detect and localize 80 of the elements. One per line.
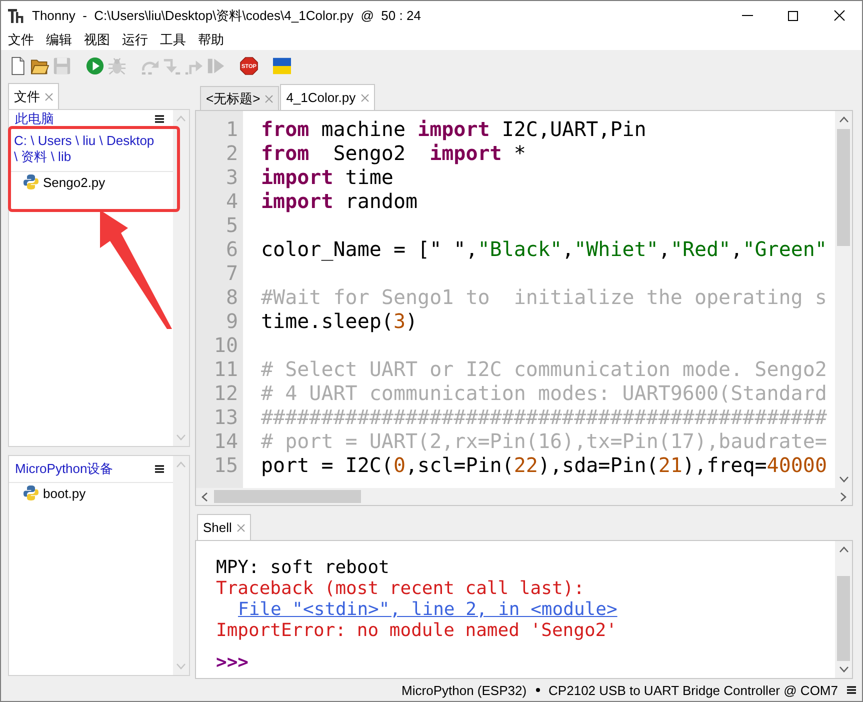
separator-dot-icon — [536, 688, 540, 692]
vertical-scrollbar[interactable] — [835, 111, 852, 488]
close-icon — [834, 10, 844, 21]
line-number: 3 — [224, 165, 239, 189]
line-number: 11 — [212, 357, 239, 381]
maximize-icon — [788, 10, 798, 20]
line-number: 5 — [224, 213, 239, 237]
line-number: 12 — [212, 381, 239, 405]
line-number: 14 — [212, 429, 239, 453]
line-number: 1 — [224, 117, 239, 141]
code-line: import random — [261, 189, 418, 213]
code-line: port = I2C(0,scl=Pin(22),sda=Pin(21),freq=40000 — [261, 453, 827, 477]
code-line: color_Name = [" ","Black","Whiet","Red","Green" — [261, 237, 827, 261]
scrollbar-thumb[interactable] — [837, 576, 850, 661]
app-logo-icon — [8, 8, 24, 24]
menu-item[interactable]: 帮助 — [192, 30, 230, 50]
horizontal-scrollbar[interactable] — [196, 488, 852, 505]
scrollbar-thumb[interactable] — [837, 129, 850, 246]
flag-icon[interactable] — [273, 57, 291, 75]
chevron-down-icon[interactable] — [838, 666, 848, 673]
file-item[interactable]: Sengo2.py — [9, 172, 173, 192]
line-number: 8 — [224, 285, 239, 309]
line-number: 2 — [224, 141, 239, 165]
window-title: Thonny - C:\Users\liu\Desktop\资料\codes\4_1Color.py @ 50 : 24 — [32, 6, 422, 24]
pane-title: MicroPython设备 — [15, 460, 114, 478]
chevron-up-icon[interactable] — [838, 546, 848, 553]
menu-item[interactable]: 文件 — [2, 30, 40, 50]
code-line: time.sleep(3) — [261, 309, 418, 333]
close-icon[interactable] — [45, 92, 53, 100]
menu-icon[interactable] — [155, 465, 164, 473]
menu-item[interactable]: 运行 — [116, 30, 154, 50]
line-number: 10 — [212, 333, 239, 357]
code-line: # port = UART(2,rx=Pin(16),tx=Pin(17),baudrate= — [261, 429, 827, 453]
code-line: # Select UART or I2C communication mode. Sengo2 — [261, 357, 827, 381]
chevron-left-icon[interactable] — [201, 492, 208, 502]
folder-path[interactable]: C: \ Users \ liu \ Desktop \ 资料 \ lib — [9, 127, 173, 171]
close-icon[interactable] — [265, 94, 274, 102]
error-message: ImportError: no module named 'Sengo2' — [216, 620, 617, 641]
chevron-down-icon[interactable] — [838, 476, 848, 483]
menu-item[interactable]: 工具 — [154, 30, 192, 50]
line-number: 9 — [224, 309, 239, 333]
line-number: 4 — [224, 189, 239, 213]
traceback-link[interactable]: File "<stdin>", line 2, in <module> — [238, 599, 618, 620]
menu-icon[interactable] — [155, 115, 164, 123]
line-number: 6 — [224, 237, 239, 261]
editor-tab[interactable]: 4_1Color.py — [280, 84, 375, 110]
editor-tab[interactable]: <无标题> — [200, 86, 280, 110]
chevron-up-icon[interactable] — [838, 116, 848, 123]
code-line: import time — [261, 165, 394, 189]
code-line: from Sengo2 import * — [261, 141, 526, 165]
python-file-icon — [23, 485, 39, 501]
menu-item[interactable]: 编辑 — [40, 30, 78, 50]
sidebar-tab[interactable]: 文件 — [8, 83, 59, 109]
code-line: # 4 UART communication modes: UART9600(Standard — [261, 381, 827, 405]
shell-tab[interactable]: Shell — [197, 514, 251, 540]
line-number: 13 — [212, 405, 239, 429]
python-file-icon — [23, 174, 39, 190]
file-item[interactable]: boot.py — [9, 483, 173, 503]
menu-item[interactable]: 视图 — [78, 30, 116, 50]
code-line: #Wait for Sengo1 to initialize the operating s — [261, 285, 827, 309]
close-icon[interactable] — [236, 524, 245, 532]
shell-prompt: >>> — [216, 652, 249, 673]
error-message: Traceback (most recent call last): — [216, 578, 584, 599]
minimize-icon — [742, 15, 752, 16]
pane-title: 此电脑 — [15, 110, 54, 127]
chevron-right-icon[interactable] — [840, 492, 847, 502]
port-label[interactable]: CP2102 USB to UART Bridge Controller @ COM7 — [548, 682, 838, 698]
line-number: 15 — [212, 453, 239, 477]
folder-icon[interactable] — [31, 57, 49, 75]
run-icon[interactable] — [86, 57, 104, 75]
new-file-icon[interactable] — [9, 57, 27, 75]
close-icon[interactable] — [360, 94, 369, 102]
shell-output: MPY: soft reboot — [216, 557, 390, 578]
code-line: ############################################### — [261, 405, 827, 429]
interpreter-label[interactable]: MicroPython (ESP32) — [402, 682, 527, 698]
scrollbar-thumb[interactable] — [214, 490, 361, 503]
menu-icon[interactable] — [847, 686, 856, 694]
vertical-scrollbar[interactable] — [835, 541, 852, 678]
line-number: 7 — [224, 261, 239, 285]
code-line: from machine import I2C,UART,Pin — [261, 117, 646, 141]
